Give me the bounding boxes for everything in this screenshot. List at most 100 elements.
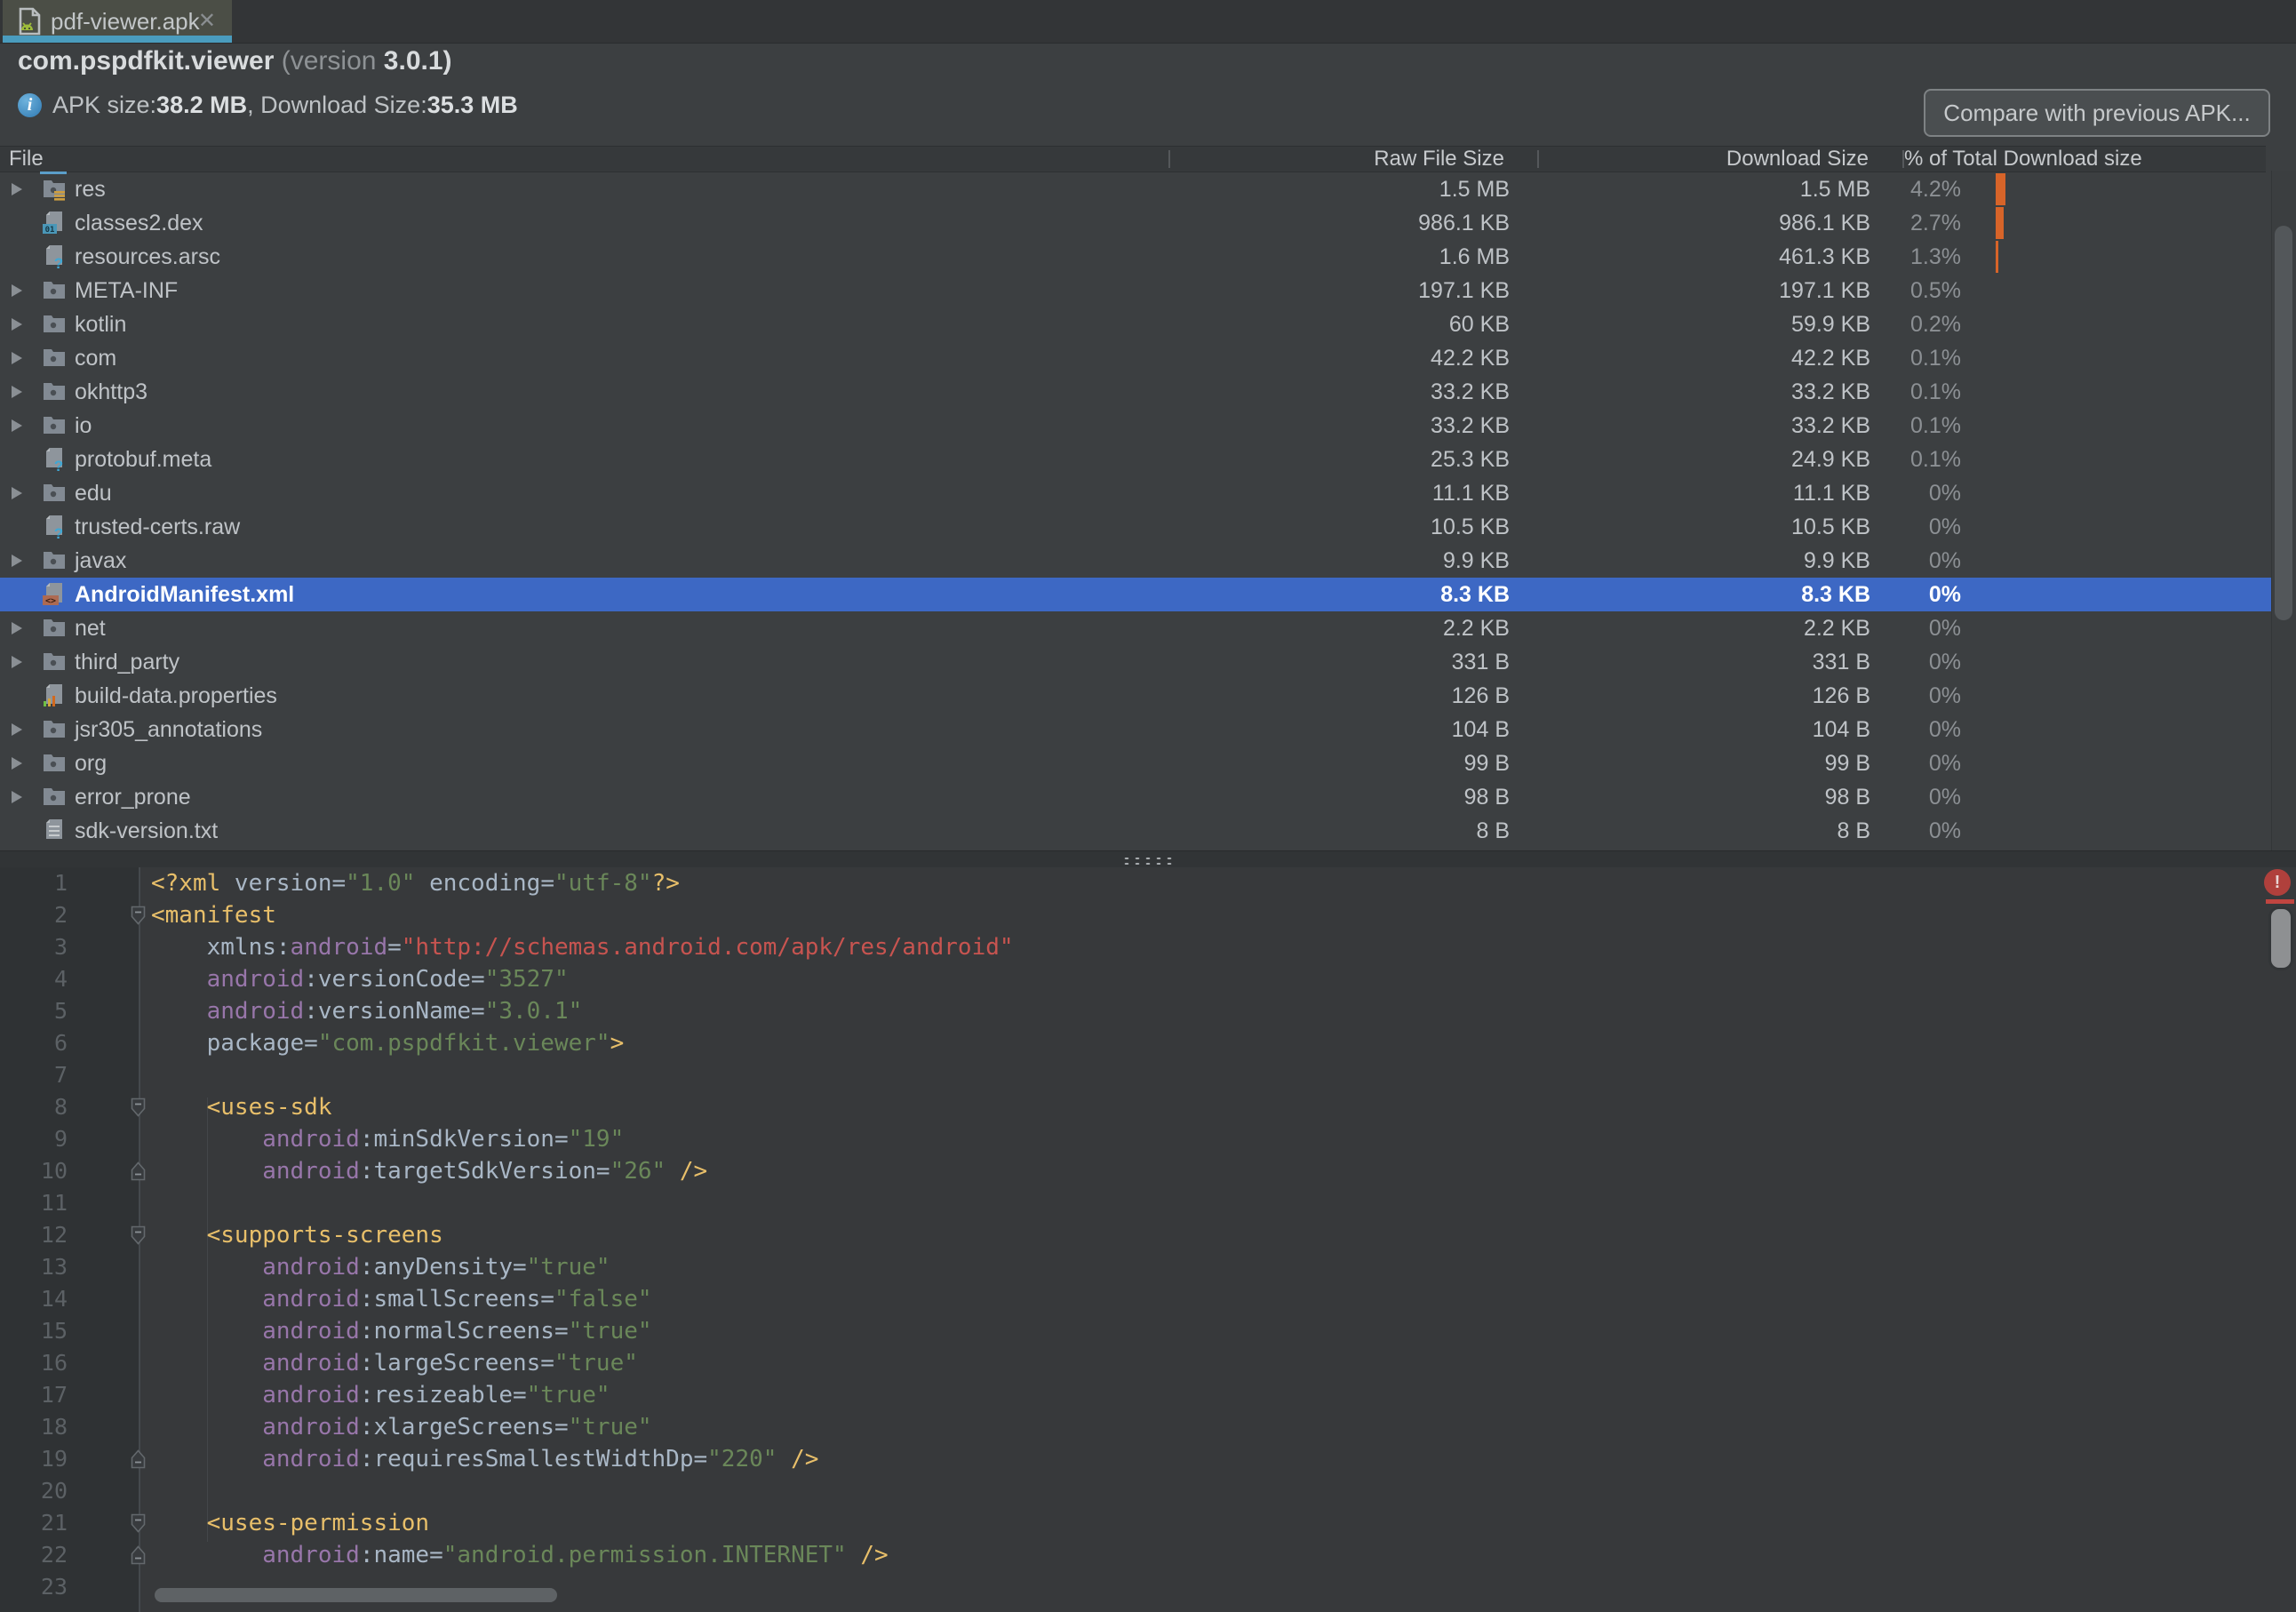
code-text[interactable]: android:versionName="3.0.1": [151, 995, 582, 1027]
expand-arrow-icon[interactable]: [12, 318, 22, 331]
table-row[interactable]: ?trusted-certs.raw10.5 KB10.5 KB0%: [0, 510, 2271, 544]
column-header-percent[interactable]: % of Total Download size: [1904, 147, 2142, 172]
editor-line[interactable]: 20: [0, 1475, 2296, 1507]
code-text[interactable]: android:versionCode="3527": [151, 963, 569, 995]
editor-line[interactable]: 16 android:largeScreens="true": [0, 1347, 2296, 1379]
fold-end-icon[interactable]: [131, 1545, 146, 1565]
editor-line[interactable]: 17 android:resizeable="true": [0, 1379, 2296, 1411]
fold-end-icon[interactable]: [131, 1161, 146, 1181]
editor-scrollbar-thumb[interactable]: [2268, 906, 2293, 970]
expand-arrow-icon[interactable]: [12, 284, 22, 297]
expand-arrow-icon[interactable]: [12, 352, 22, 364]
editor-line[interactable]: 22 android:name="android.permission.INTE…: [0, 1539, 2296, 1571]
fold-start-icon[interactable]: [131, 1513, 146, 1533]
table-row[interactable]: ?resources.arsc1.6 MB461.3 KB1.3%: [0, 240, 2271, 274]
editor-line[interactable]: 4 android:versionCode="3527": [0, 963, 2296, 995]
error-stripe-mark[interactable]: [2266, 899, 2294, 904]
expand-arrow-icon[interactable]: [12, 487, 22, 499]
column-header-file[interactable]: File: [9, 147, 44, 172]
column-header-raw-size[interactable]: Raw File Size: [1374, 147, 1504, 172]
editor-line[interactable]: 11: [0, 1187, 2296, 1219]
error-indicator-icon[interactable]: !: [2264, 869, 2291, 896]
code-text[interactable]: package="com.pspdfkit.viewer">: [151, 1027, 624, 1059]
code-text[interactable]: <uses-sdk: [151, 1091, 332, 1123]
table-row[interactable]: io33.2 KB33.2 KB0.1%: [0, 409, 2271, 443]
code-text[interactable]: <?xml version="1.0" encoding="utf-8"?>: [151, 867, 680, 899]
table-row[interactable]: build-data.properties126 B126 B0%: [0, 679, 2271, 713]
table-row[interactable]: ?protobuf.meta25.3 KB24.9 KB0.1%: [0, 443, 2271, 476]
table-row[interactable]: com42.2 KB42.2 KB0.1%: [0, 341, 2271, 375]
expand-arrow-icon[interactable]: [12, 622, 22, 634]
expand-arrow-icon[interactable]: [12, 723, 22, 736]
expand-arrow-icon[interactable]: [12, 656, 22, 668]
syntax-str: "3.0.1": [485, 998, 583, 1025]
compare-with-previous-apk-button[interactable]: Compare with previous APK...: [1924, 89, 2270, 137]
editor-line[interactable]: 15 android:normalScreens="true": [0, 1315, 2296, 1347]
expand-arrow-icon[interactable]: [12, 555, 22, 567]
editor-line[interactable]: 8 <uses-sdk: [0, 1091, 2296, 1123]
file-name: kotlin: [75, 307, 126, 341]
editor-horizontal-scrollbar-thumb[interactable]: [155, 1588, 557, 1602]
table-row[interactable]: <>AndroidManifest.xml8.3 KB8.3 KB0%: [0, 578, 2271, 611]
editor-line[interactable]: 12 <supports-screens: [0, 1219, 2296, 1251]
expand-arrow-icon[interactable]: [12, 757, 22, 770]
editor-line[interactable]: 6 package="com.pspdfkit.viewer">: [0, 1027, 2296, 1059]
table-row[interactable]: 01classes2.dex986.1 KB986.1 KB2.7%: [0, 206, 2271, 240]
table-row[interactable]: sdk-version.txt8 B8 B0%: [0, 814, 2271, 848]
fold-end-icon[interactable]: [131, 1449, 146, 1469]
horizontal-splitter[interactable]: [0, 850, 2296, 869]
editor-line[interactable]: 1 <?xml version="1.0" encoding="utf-8"?>: [0, 867, 2296, 899]
table-row[interactable]: META-INF197.1 KB197.1 KB0.5%: [0, 274, 2271, 307]
table-row[interactable]: org99 B99 B0%: [0, 746, 2271, 780]
code-text[interactable]: xmlns:android="http://schemas.android.co…: [151, 931, 1014, 963]
code-text[interactable]: <uses-permission: [151, 1507, 429, 1539]
code-text[interactable]: <manifest: [151, 899, 276, 931]
table-row[interactable]: net2.2 KB2.2 KB0%: [0, 611, 2271, 645]
code-text[interactable]: android:requiresSmallestWidthDp="220" />: [151, 1443, 818, 1475]
editor-line[interactable]: 19 android:requiresSmallestWidthDp="220"…: [0, 1443, 2296, 1475]
code-text[interactable]: android:targetSdkVersion="26" />: [151, 1155, 707, 1187]
editor-line[interactable]: 10 android:targetSdkVersion="26" />: [0, 1155, 2296, 1187]
editor-line[interactable]: 13 android:anyDensity="true": [0, 1251, 2296, 1283]
editor-line[interactable]: 2<manifest: [0, 899, 2296, 931]
code-text[interactable]: android:resizeable="true": [151, 1379, 610, 1411]
code-text[interactable]: android:minSdkVersion="19": [151, 1123, 624, 1155]
editor-line[interactable]: 7: [0, 1059, 2296, 1091]
tab-close-icon[interactable]: ✕: [198, 8, 216, 34]
table-scrollbar-thumb[interactable]: [2275, 226, 2292, 620]
table-row[interactable]: kotlin60 KB59.9 KB0.2%: [0, 307, 2271, 341]
table-row[interactable]: third_party331 B331 B0%: [0, 645, 2271, 679]
table-row[interactable]: javax9.9 KB9.9 KB0%: [0, 544, 2271, 578]
code-text[interactable]: android:xlargeScreens="true": [151, 1411, 652, 1443]
code-text[interactable]: android:smallScreens="false": [151, 1283, 652, 1315]
column-header-download-size[interactable]: Download Size: [1726, 147, 1869, 172]
syntax-ns: android: [151, 1382, 360, 1409]
table-row[interactable]: okhttp333.2 KB33.2 KB0.1%: [0, 375, 2271, 409]
code-text[interactable]: android:normalScreens="true": [151, 1315, 652, 1347]
code-text[interactable]: android:largeScreens="true": [151, 1347, 638, 1379]
expand-arrow-icon[interactable]: [12, 791, 22, 803]
table-row[interactable]: error_prone98 B98 B0%: [0, 780, 2271, 814]
fold-start-icon[interactable]: [131, 1225, 146, 1245]
code-text[interactable]: <supports-screens: [151, 1219, 443, 1251]
editor-line[interactable]: 5 android:versionName="3.0.1": [0, 995, 2296, 1027]
editor-line[interactable]: 18 android:xlargeScreens="true": [0, 1411, 2296, 1443]
line-number: 1: [0, 867, 68, 899]
syntax-str: "false": [554, 1286, 652, 1313]
table-row[interactable]: jsr305_annotations104 B104 B0%: [0, 713, 2271, 746]
file-name: protobuf.meta: [75, 443, 211, 476]
editor-line[interactable]: 3 xmlns:android="http://schemas.android.…: [0, 931, 2296, 963]
fold-start-icon[interactable]: [131, 906, 146, 925]
table-row[interactable]: edu11.1 KB11.1 KB0%: [0, 476, 2271, 510]
editor-line[interactable]: 21 <uses-permission: [0, 1507, 2296, 1539]
editor-line[interactable]: 9 android:minSdkVersion="19": [0, 1123, 2296, 1155]
code-text[interactable]: android:anyDensity="true": [151, 1251, 610, 1283]
fold-start-icon[interactable]: [131, 1097, 146, 1117]
percent-bar: [1996, 241, 1998, 273]
expand-arrow-icon[interactable]: [12, 419, 22, 432]
expand-arrow-icon[interactable]: [12, 386, 22, 398]
editor-line[interactable]: 14 android:smallScreens="false": [0, 1283, 2296, 1315]
table-row[interactable]: res1.5 MB1.5 MB4.2%: [0, 172, 2271, 206]
expand-arrow-icon[interactable]: [12, 183, 22, 196]
code-text[interactable]: android:name="android.permission.INTERNE…: [151, 1539, 889, 1571]
